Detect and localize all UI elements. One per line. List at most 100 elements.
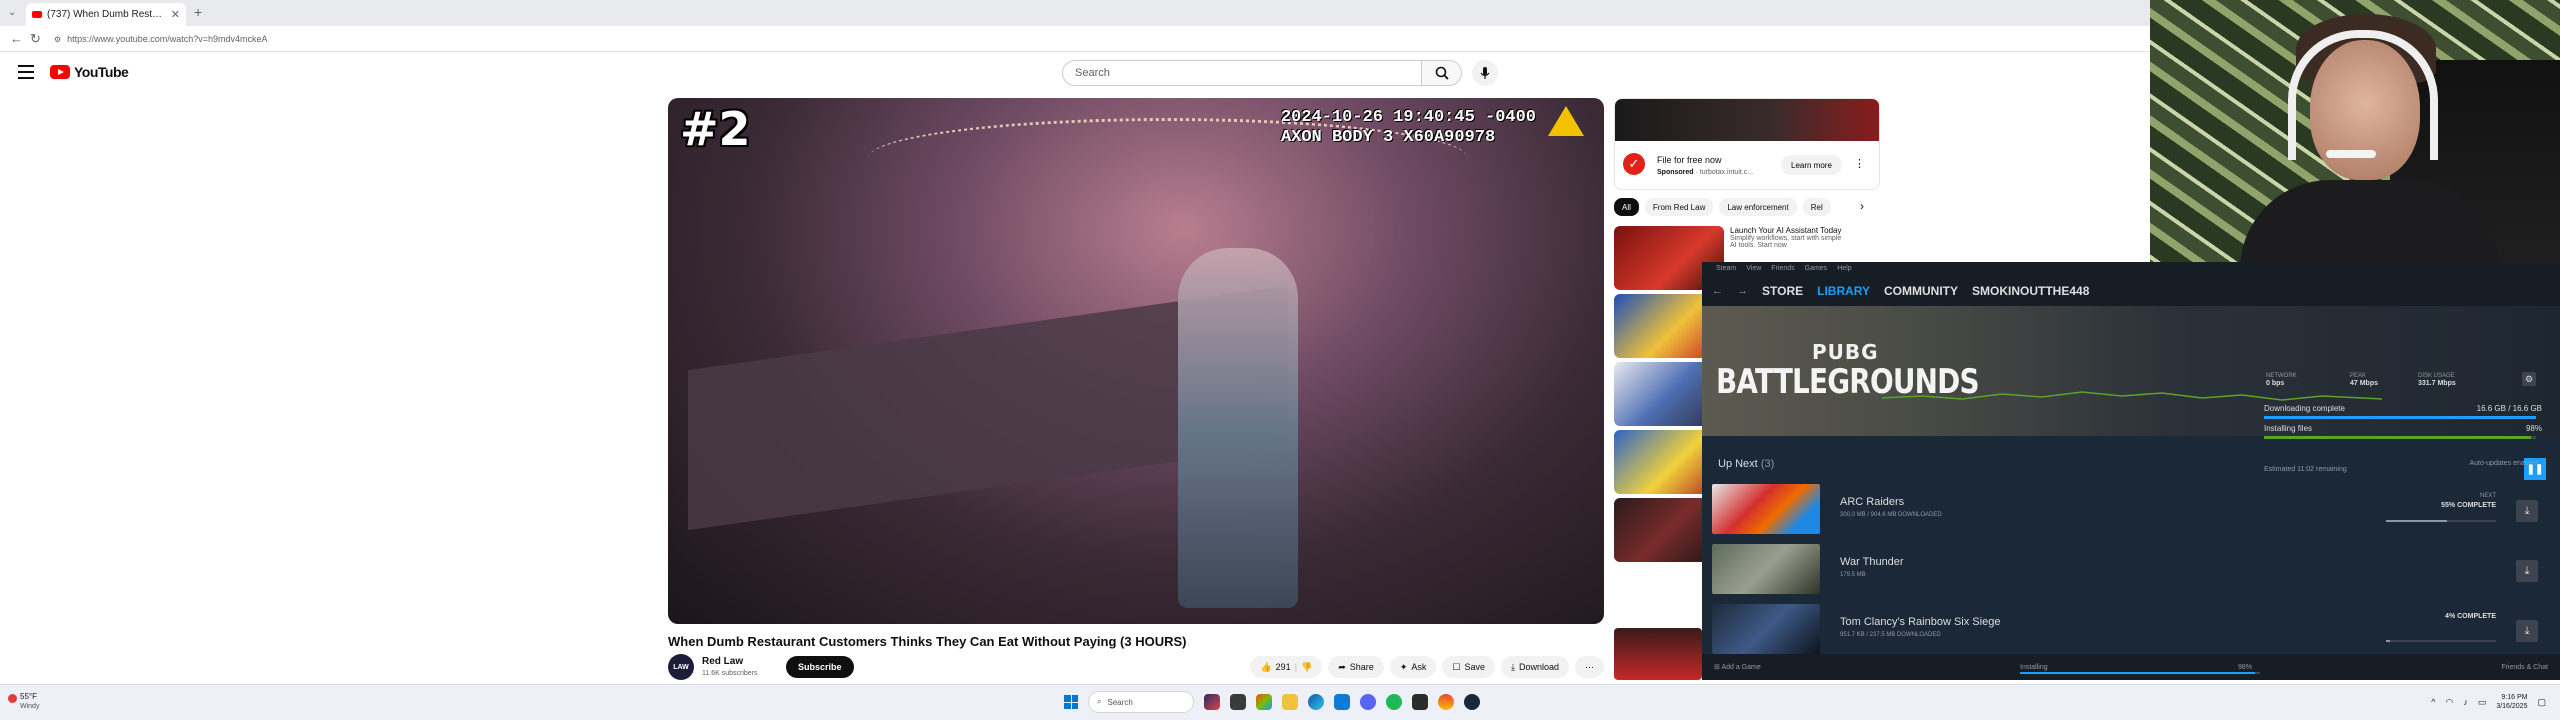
download-icon[interactable]: ⤓ [2516, 560, 2538, 582]
recommended-ad-text[interactable]: Launch Your AI Assistant Today Simplify … [1730, 226, 1880, 249]
recommended-video-thumbnail[interactable] [1614, 628, 1702, 680]
like-button[interactable]: 👍 291 | 👎 [1250, 656, 1323, 678]
footer-progress-bar [2020, 672, 2260, 674]
chip-related[interactable]: Rel [1802, 198, 1831, 216]
browser-tab-youtube[interactable]: (737) When Dumb Restaurant ✕ [26, 3, 186, 26]
windows-start-icon[interactable] [1064, 695, 1078, 709]
queue-item[interactable]: War Thunder 179.5 MB ⤓ [1712, 540, 2550, 594]
queue-item[interactable]: ARC Raiders 300.0 MB / 904.6 MB DOWNLOAD… [1712, 480, 2550, 534]
bandwidth-graph [1882, 391, 2382, 401]
download-icon[interactable]: ⤓ [2516, 500, 2538, 522]
back-icon[interactable]: ← [10, 31, 23, 46]
menu-help[interactable]: Help [1837, 265, 1851, 276]
youtube-logo[interactable]: YouTube [50, 64, 129, 80]
chip-law-enforcement[interactable]: Law enforcement [1719, 198, 1797, 216]
youtube-favicon-icon [32, 11, 42, 18]
chevron-right-icon[interactable]: › [1860, 199, 1864, 213]
learn-more-button[interactable]: Learn more [1781, 155, 1842, 175]
forward-arrow-icon[interactable]: → [1737, 285, 1748, 297]
chip-all[interactable]: All [1614, 198, 1639, 216]
copilot-icon[interactable] [1256, 694, 1272, 710]
news-widget-icon[interactable] [1204, 694, 1220, 710]
volume-icon[interactable]: ♪ [2463, 697, 2468, 707]
channel-avatar[interactable]: LAW [668, 654, 694, 680]
friends-chat-button[interactable]: Friends & Chat [2501, 664, 2548, 671]
download-icon[interactable]: ⤓ [2516, 620, 2538, 642]
video-player[interactable]: #2 2024-10-26 19:40:45 -0400 AXON BODY 3… [668, 98, 1604, 624]
close-tab-icon[interactable]: ✕ [171, 8, 180, 21]
subscribe-button[interactable]: Subscribe [786, 656, 854, 678]
thumbs-down-icon[interactable]: 👎 [1301, 662, 1312, 673]
more-actions-button[interactable]: ⋯ [1575, 656, 1604, 678]
save-button[interactable]: ☐ Save [1442, 656, 1495, 678]
search-icon [1435, 66, 1449, 80]
install-percent: 98% [2525, 424, 2542, 433]
ad-title: File for free now [1657, 155, 1722, 165]
hamburger-menu-icon[interactable] [18, 65, 34, 79]
task-view-icon[interactable] [1230, 694, 1246, 710]
taskbar-search[interactable]: ⌕ Search [1088, 691, 1194, 713]
system-tray: ^ ◠ ♪ ▭ 9:16 PM 3/16/2025 ▢ [2431, 693, 2546, 711]
download-size: 16.6 GB / 16.6 GB [2476, 404, 2542, 413]
footer-installing-label: Installing [2020, 663, 2048, 671]
download-button[interactable]: ⤓ Download [1500, 656, 1569, 678]
tray-chevron-icon[interactable]: ^ [2431, 697, 2435, 707]
search-input[interactable]: Search [1062, 60, 1422, 86]
subscriber-count: 11.6K subscribers [702, 670, 758, 677]
obs-icon[interactable] [1412, 694, 1428, 710]
notifications-icon[interactable]: ▢ [2537, 697, 2546, 708]
more-vertical-icon[interactable]: ⋮ [1854, 157, 1865, 170]
file-explorer-icon[interactable] [1282, 694, 1298, 710]
clock[interactable]: 9:16 PM 3/16/2025 [2496, 693, 2527, 711]
steam-downloads-window: Steam View Friends Games Help ← → STORE … [1702, 262, 2560, 680]
nav-store[interactable]: STORE [1762, 284, 1803, 298]
menu-games[interactable]: Games [1805, 265, 1828, 276]
queue-item[interactable]: Tom Clancy's Rainbow Six Siege 951.7 KB … [1712, 600, 2550, 654]
menu-friends[interactable]: Friends [1771, 265, 1794, 276]
sponsored-ad[interactable]: ✓ File for free now Sponsored · turbotax… [1614, 98, 1880, 190]
tab-list-chevron-icon[interactable]: ⌄ [8, 7, 16, 18]
ask-button[interactable]: ✦ Ask [1389, 656, 1437, 678]
weather-icon[interactable] [8, 694, 17, 703]
menu-view[interactable]: View [1746, 265, 1761, 276]
nav-library[interactable]: LIBRARY [1817, 284, 1870, 298]
weather-widget[interactable]: 55°F Windy [20, 692, 39, 712]
address-bar-row: ← ↻ ⚙ https://www.youtube.com/watch?v=h9… [0, 26, 2150, 52]
wifi-icon[interactable]: ◠ [2445, 697, 2453, 708]
video-actions: 👍 291 | 👎 ➦ Share ✦ Ask ☐ Save ⤓ Download ⋯ [1250, 656, 1604, 678]
address-bar[interactable]: ⚙ https://www.youtube.com/watch?v=h9mdv4… [54, 30, 2134, 48]
new-tab-icon[interactable]: + [194, 4, 202, 20]
current-download-hero: PUBG BATTLEGROUNDS NETWORK 0 bps PEAK 47 M… [1702, 306, 2560, 480]
voice-search-button[interactable] [1472, 60, 1498, 86]
chrome-icon[interactable] [1438, 694, 1454, 710]
sparkle-icon: ✦ [1399, 661, 1408, 672]
youtube-play-icon [50, 65, 70, 79]
back-arrow-icon[interactable]: ← [1712, 285, 1723, 297]
desktop: ⌄ (737) When Dumb Restaurant ✕ + ← ↻ ⚙ h… [0, 0, 2560, 720]
battery-icon[interactable]: ▭ [2478, 697, 2487, 708]
steam-icon[interactable] [1464, 694, 1480, 710]
browser-tab-bar: ⌄ (737) When Dumb Restaurant ✕ + [0, 0, 2150, 26]
search-button[interactable] [1422, 60, 1462, 86]
spotify-icon[interactable] [1386, 694, 1402, 710]
windows-taskbar: 55°F Windy ⌕ Search ^ ◠ ♪ ▭ 9:16 PM 3/16… [0, 684, 2560, 720]
discord-icon[interactable] [1360, 694, 1376, 710]
share-button[interactable]: ➦ Share [1328, 656, 1384, 678]
settings-gear-icon[interactable]: ⚙ [2522, 372, 2536, 386]
time-remaining: Estimated 11:02 remaining [2264, 466, 2347, 473]
url-text: https://www.youtube.com/watch?v=h9mdv4mc… [67, 34, 268, 44]
channel-name[interactable]: Red Law [702, 656, 743, 667]
edge-icon[interactable] [1308, 694, 1324, 710]
add-game-button[interactable]: ⊞ Add a Game [1714, 663, 1761, 671]
steam-nav-bar: ← → STORE LIBRARY COMMUNITY SMOKINOUTTHE… [1702, 276, 2560, 306]
chip-from-channel[interactable]: From Red Law [1644, 198, 1714, 216]
site-info-icon[interactable]: ⚙ [54, 35, 61, 44]
thumbs-up-icon: 👍 [1260, 661, 1272, 672]
store-icon[interactable] [1334, 694, 1350, 710]
ad-banner-image [1615, 99, 1879, 141]
reload-icon[interactable]: ↻ [30, 31, 41, 47]
taskbar-apps: ⌕ Search [1064, 691, 1480, 713]
menu-steam[interactable]: Steam [1716, 265, 1736, 276]
nav-community[interactable]: COMMUNITY [1884, 284, 1958, 298]
nav-user-profile[interactable]: SMOKINOUTTHE448 [1972, 284, 2089, 298]
